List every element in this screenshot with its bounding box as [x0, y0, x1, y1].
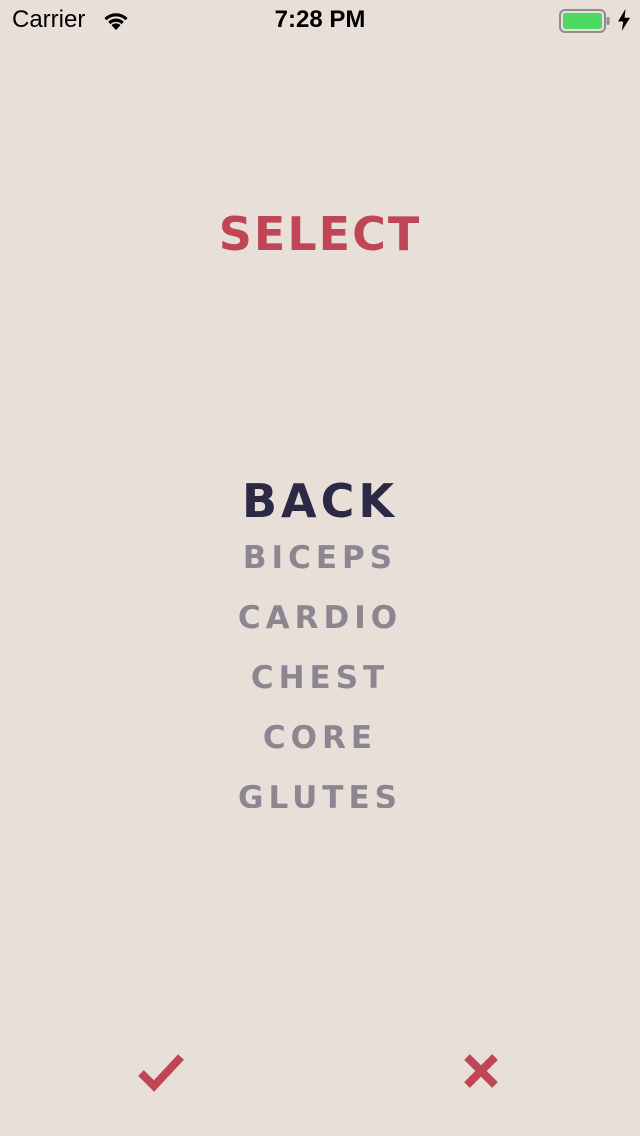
picker-item-selected[interactable]: BACK — [0, 470, 640, 532]
checkmark-icon — [138, 1054, 184, 1092]
close-icon — [464, 1054, 498, 1088]
charging-bolt-icon — [617, 9, 631, 31]
cancel-button[interactable] — [452, 1044, 512, 1100]
battery-icon — [559, 9, 611, 33]
picker-item[interactable]: CHEST — [0, 648, 640, 708]
status-time: 7:28 PM — [274, 6, 366, 33]
picker-item[interactable]: CARDIO — [0, 588, 640, 648]
confirm-button[interactable] — [132, 1044, 192, 1100]
status-bar: Carrier 7:28 PM — [0, 0, 640, 40]
picker-item[interactable]: BICEPS — [0, 528, 640, 588]
muscle-group-picker[interactable]: BACK BICEPS CARDIO CHEST CORE GLUTES — [0, 468, 640, 808]
page-title: SELECT — [218, 207, 422, 261]
picker-item[interactable]: CORE — [0, 708, 640, 768]
picker-item[interactable]: GLUTES — [0, 768, 640, 808]
